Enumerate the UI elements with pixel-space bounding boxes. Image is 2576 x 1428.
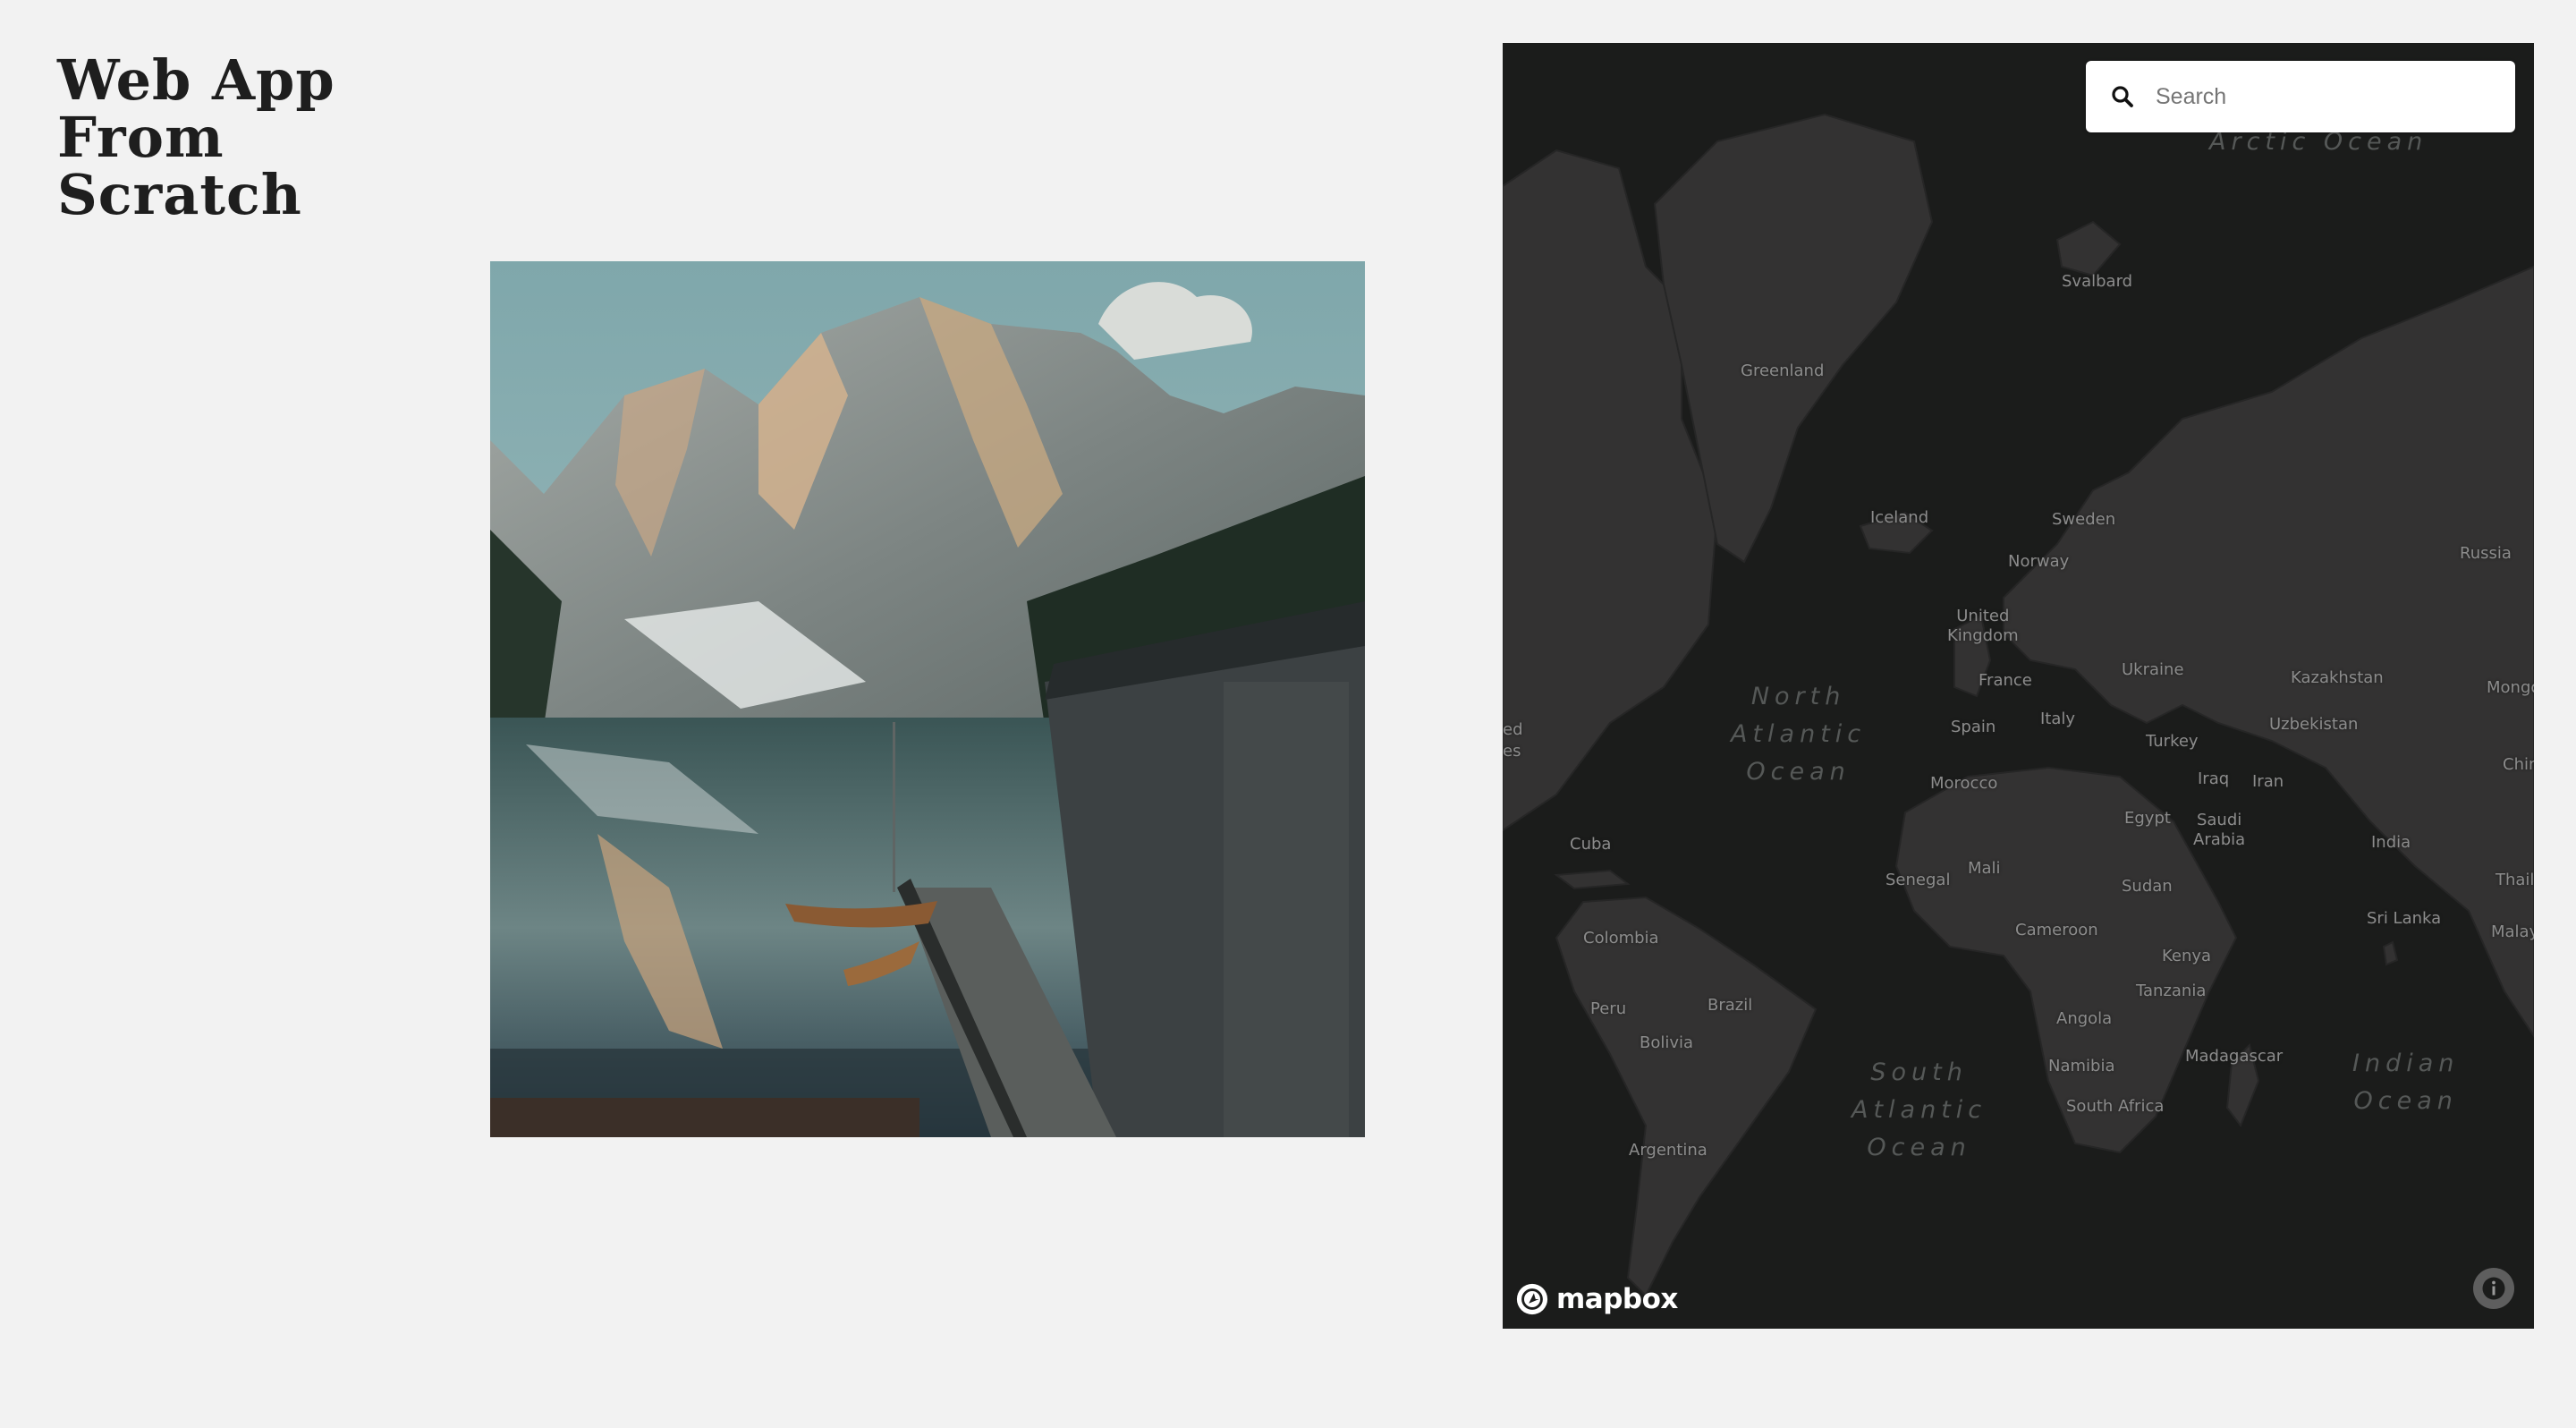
map-label-tanzania: Tanzania <box>2136 982 2207 1000</box>
map-label-kenya: Kenya <box>2162 947 2212 965</box>
map-label-iraq: Iraq <box>2198 769 2230 788</box>
title-line-3: Scratch <box>57 162 302 227</box>
world-map[interactable]: Arctic Ocean North Atlantic Ocean South … <box>1503 43 2534 1329</box>
mapbox-logo[interactable]: mapbox <box>1515 1282 1678 1316</box>
map-label-argentina: Argentina <box>1629 1141 1707 1160</box>
map-label-egypt: Egypt <box>2124 809 2171 828</box>
title-line-1: Web App <box>57 47 335 113</box>
map-label-cameroon: Cameroon <box>2015 921 2098 939</box>
map-label-united-states-partial: ed es <box>1503 720 1523 761</box>
attribution-info-button[interactable] <box>2473 1268 2514 1309</box>
map-search-input[interactable] <box>2154 82 2497 111</box>
map-label-greenland: Greenland <box>1741 361 1825 380</box>
map-label-china: China <box>2503 755 2534 774</box>
map-label-angola: Angola <box>2056 1009 2113 1028</box>
map-label-sudan: Sudan <box>2122 877 2173 896</box>
map-label-south-africa: South Africa <box>2066 1097 2165 1116</box>
search-icon <box>2112 86 2133 107</box>
map-label-italy: Italy <box>2040 710 2076 728</box>
map-label-norway: Norway <box>2008 552 2070 571</box>
page-title: Web App From Scratch <box>57 52 335 224</box>
map-label-colombia: Colombia <box>1583 929 1659 948</box>
title-line-2: From <box>57 105 225 170</box>
map-label-thailand: Thailan <box>2496 871 2534 889</box>
landscape-photo <box>490 261 1365 1137</box>
ocean-label-indian: Indian Ocean <box>2352 1050 2460 1115</box>
map-label-cuba: Cuba <box>1570 835 1612 854</box>
ocean-label-south-atlantic: South Atlantic Ocean <box>1852 1058 1987 1161</box>
map-label-malaysia: Malays <box>2491 922 2534 941</box>
map-label-brazil: Brazil <box>1707 996 1753 1015</box>
map-label-turkey: Turkey <box>2146 732 2199 751</box>
map-label-iran: Iran <box>2252 772 2284 791</box>
map-label-france: France <box>1979 671 2032 690</box>
mapbox-logo-text: mapbox <box>1556 1283 1678 1315</box>
map-label-india: India <box>2371 833 2411 852</box>
map-label-ukraine: Ukraine <box>2122 660 2184 679</box>
map-label-peru: Peru <box>1590 999 1627 1018</box>
map-label-spain: Spain <box>1951 718 1996 736</box>
mapbox-mark-icon <box>1516 1283 1548 1315</box>
map-label-morocco: Morocco <box>1930 774 1998 793</box>
map-label-mali: Mali <box>1968 859 2001 878</box>
map-label-bolivia: Bolivia <box>1640 1033 1694 1052</box>
map-label-mongolia: Mongo <box>2487 678 2534 697</box>
map-label-sri-lanka: Sri Lanka <box>2367 909 2442 928</box>
ocean-label-north-atlantic: North Atlantic Ocean <box>1731 683 1867 786</box>
map-label-kazakhstan: Kazakhstan <box>2291 668 2384 687</box>
map-label-svalbard: Svalbard <box>2062 272 2133 291</box>
map-label-madagascar: Madagascar <box>2185 1047 2284 1066</box>
map-label-sweden: Sweden <box>2052 510 2116 529</box>
map-label-iceland: Iceland <box>1870 508 1929 527</box>
map-label-saudi-arabia: Saudi Arabia <box>2193 811 2246 849</box>
map-label-uzbekistan: Uzbekistan <box>2269 715 2359 734</box>
map-label-russia: Russia <box>2460 544 2512 563</box>
info-icon <box>2482 1277 2505 1300</box>
map-label-namibia: Namibia <box>2048 1057 2115 1075</box>
map-label-united-kingdom: United Kingdom <box>1947 607 2019 645</box>
map-label-senegal: Senegal <box>1885 871 1951 889</box>
map-search-box[interactable] <box>2086 61 2515 132</box>
